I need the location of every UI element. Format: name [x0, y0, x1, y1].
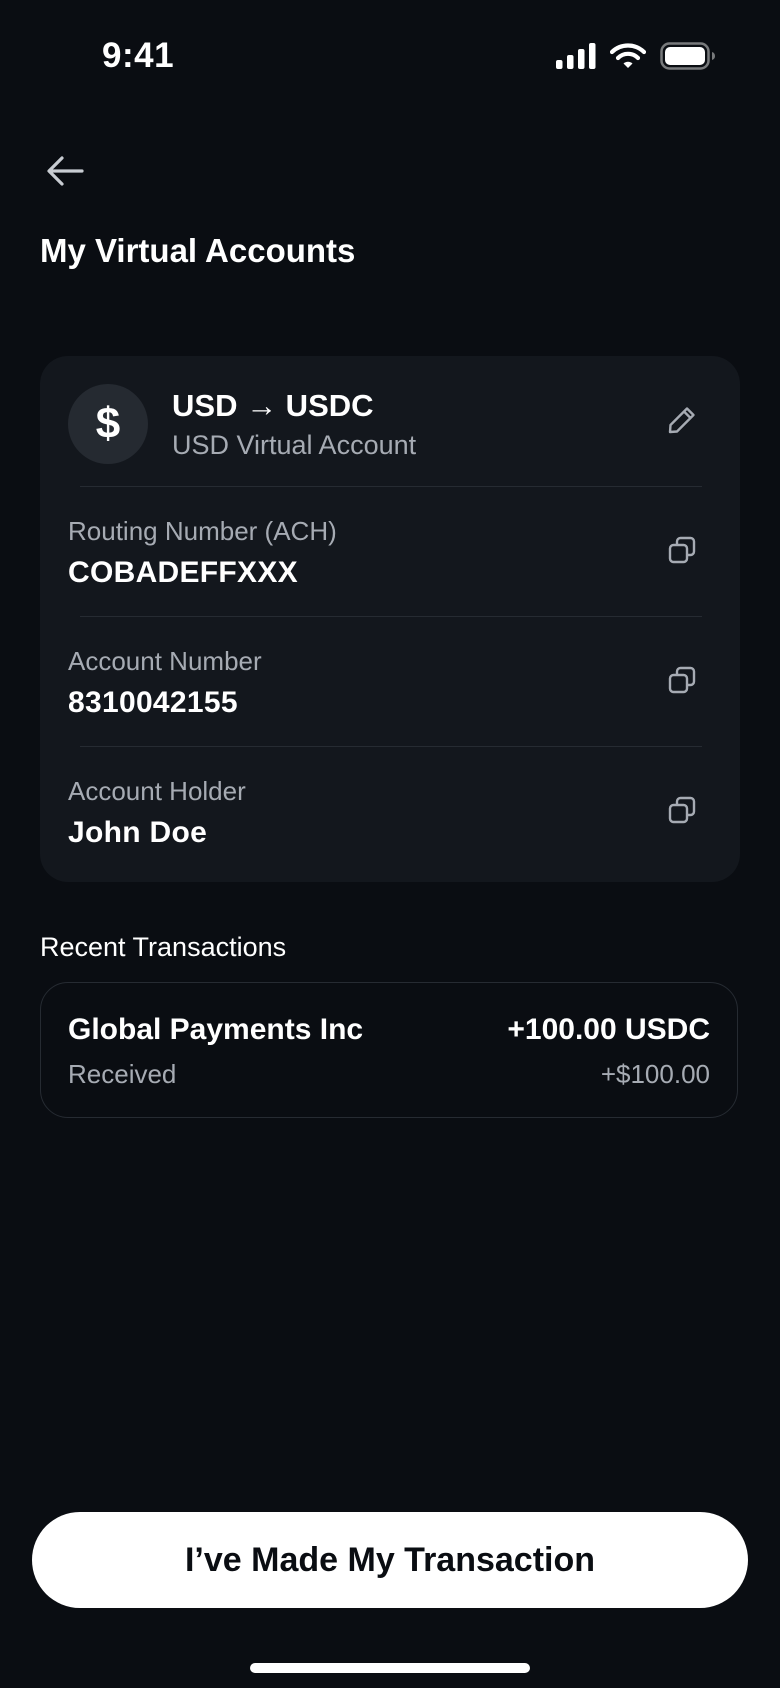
status-time: 9:41 — [102, 36, 175, 75]
signal-icon — [556, 43, 596, 74]
copy-account-number-button[interactable] — [662, 662, 702, 702]
status-bar: 9:41 — [0, 0, 780, 120]
recent-transactions-title: Recent Transactions — [40, 932, 287, 962]
divider — [80, 746, 702, 747]
routing-number-label: Routing Number (ACH) — [68, 516, 337, 546]
copy-account-holder-button[interactable] — [662, 792, 702, 832]
account-number-label: Account Number — [68, 646, 262, 676]
transaction-amount: +100.00 USDC — [507, 1013, 710, 1046]
edit-account-button[interactable] — [662, 402, 702, 442]
copy-icon — [667, 795, 697, 830]
battery-icon — [660, 42, 716, 75]
divider — [80, 486, 702, 487]
copy-icon — [667, 535, 697, 570]
wifi-icon — [609, 43, 647, 74]
page-title: My Virtual Accounts — [40, 232, 356, 269]
divider — [80, 616, 702, 617]
home-indicator — [250, 1663, 530, 1673]
back-button[interactable] — [40, 148, 90, 198]
account-currency-pair: USD → USDC — [172, 388, 374, 423]
made-transaction-button[interactable]: I’ve Made My Transaction — [32, 1512, 748, 1608]
account-header: $ USD → USDC USD Virtual Account — [40, 356, 740, 488]
transaction-fiat-amount: +$100.00 — [600, 1059, 710, 1089]
status-icons — [556, 42, 716, 75]
transaction-item[interactable]: Global Payments Inc Received +100.00 USD… — [40, 982, 738, 1118]
account-holder-value: John Doe — [68, 816, 208, 849]
routing-number-value: COBADEFFXXX — [68, 556, 298, 589]
virtual-account-card: $ USD → USDC USD Virtual Account Routing… — [40, 356, 740, 882]
account-holder-label: Account Holder — [68, 776, 246, 806]
transaction-name: Global Payments Inc — [68, 1013, 364, 1046]
currency-avatar: $ — [68, 384, 148, 464]
arrow-left-icon — [46, 155, 84, 192]
copy-icon — [667, 665, 697, 700]
account-subtitle: USD Virtual Account — [172, 430, 417, 460]
pencil-icon — [666, 404, 698, 441]
copy-routing-number-button[interactable] — [662, 532, 702, 572]
transaction-status: Received — [68, 1059, 177, 1089]
account-number-value: 8310042155 — [68, 686, 238, 719]
